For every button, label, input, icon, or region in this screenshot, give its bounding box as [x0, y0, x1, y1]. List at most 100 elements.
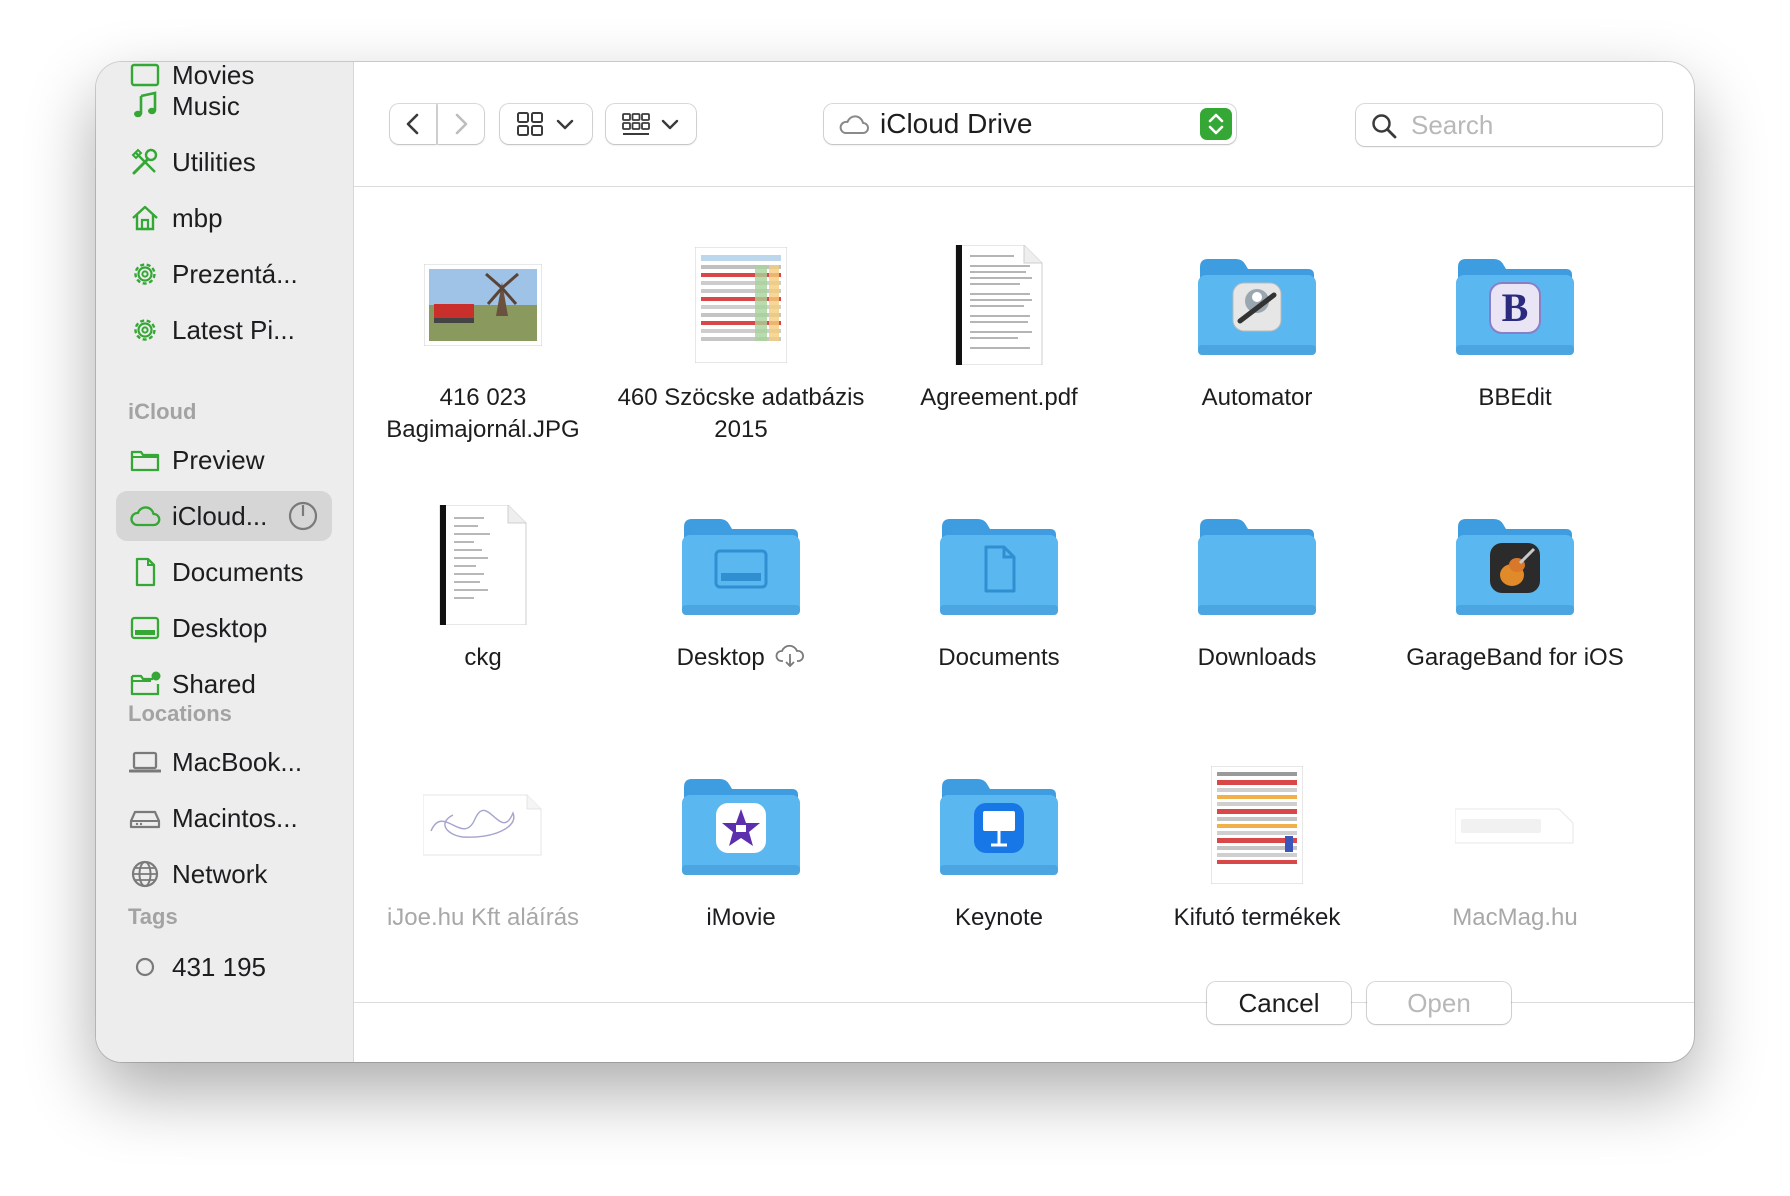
sidebar-item-documents[interactable]: Documents — [116, 547, 332, 597]
search-placeholder: Search — [1411, 110, 1494, 140]
sidebar-item-macintosh-hd[interactable]: Macintos... — [116, 793, 332, 843]
file-name: Agreement.pdf — [920, 384, 1078, 411]
file-item-photo[interactable]: 416 023 Bagimajornál.JPG — [354, 187, 612, 447]
folder-icon — [128, 443, 162, 477]
sidebar-item-label: Macintos... — [172, 802, 298, 833]
chevron-right-icon — [455, 113, 468, 135]
tools-icon — [128, 145, 162, 179]
sidebar-item-mbp[interactable]: mbp — [116, 193, 332, 243]
sidebar-item-label: Documents — [172, 556, 304, 587]
sidebar: Movies Music Utilities mbp Prezentá... L… — [96, 62, 354, 1062]
home-icon — [128, 201, 162, 235]
sidebar-heading-tags: Tags — [128, 904, 178, 929]
pdf-thumbnail-icon — [413, 495, 553, 635]
spreadsheet-thumbnail-icon — [1187, 755, 1327, 895]
sidebar-item-latest-pi[interactable]: Latest Pi... — [116, 305, 332, 355]
cloud-icon — [839, 115, 869, 134]
cancel-button[interactable]: Cancel — [1207, 982, 1351, 1024]
garageband-folder-icon — [1445, 495, 1585, 635]
globe-icon — [128, 857, 162, 891]
sidebar-item-desktop[interactable]: Desktop — [116, 603, 332, 653]
sidebar-heading-icloud: iCloud — [128, 399, 197, 424]
macmag-logo-thumbnail-icon — [1445, 755, 1585, 895]
group-grid-icon — [622, 113, 650, 135]
location-label: iCloud Drive — [880, 108, 1033, 139]
music-note-icon — [128, 89, 162, 123]
sidebar-item-tag-431195[interactable]: 431 195 — [116, 942, 332, 992]
sidebar-item-utilities[interactable]: Utilities — [116, 137, 332, 187]
sidebar-item-label: Network — [172, 858, 268, 889]
file-name: Documents — [938, 644, 1060, 671]
icon-view-grid-icon — [517, 112, 543, 136]
sidebar-item-label: Music — [172, 90, 240, 121]
file-item-kifuto[interactable]: Kifutó termékek — [1128, 707, 1386, 967]
file-item-ckg[interactable]: ckg — [354, 447, 612, 707]
bbedit-folder-icon: B — [1445, 235, 1585, 375]
sidebar-item-label: 431 195 — [172, 951, 266, 982]
group-by-button[interactable] — [606, 104, 696, 144]
file-name: iMovie — [706, 904, 776, 931]
sidebar-item-label: mbp — [172, 202, 223, 233]
sidebar-item-music[interactable]: Music — [116, 81, 332, 131]
main-pane: iCloud Drive Search 416 023 Bagimajornál… — [354, 62, 1694, 1062]
file-name-text: Desktop — [676, 644, 765, 671]
document-icon — [128, 555, 162, 589]
sidebar-item-icloud-drive[interactable]: iCloud... — [116, 491, 332, 541]
open-button[interactable]: Open — [1367, 982, 1511, 1024]
chevron-left-icon — [406, 113, 419, 135]
shared-folder-icon — [128, 667, 162, 701]
downloads-folder-icon — [1187, 495, 1327, 635]
folder-item-imovie[interactable]: iMovie — [612, 707, 870, 967]
tag-circle-icon — [128, 950, 162, 984]
file-item-pdf[interactable]: Agreement.pdf — [870, 187, 1128, 447]
gear-icon — [128, 257, 162, 291]
folder-item-documents[interactable]: Documents — [870, 447, 1128, 707]
cloud-icon — [128, 499, 162, 533]
popup-stepper[interactable] — [1200, 108, 1232, 140]
forward-button[interactable] — [438, 104, 484, 144]
folder-item-desktop[interactable]: Desktop — [612, 447, 870, 707]
file-item-macmag[interactable]: MacMag.hu — [1386, 707, 1644, 967]
back-button[interactable] — [390, 104, 436, 144]
file-item-signature[interactable]: iJoe.hu Kft aláírás — [354, 707, 612, 967]
keynote-folder-icon — [929, 755, 1069, 895]
sidebar-item-preview[interactable]: Preview — [116, 435, 332, 485]
file-item-spreadsheet[interactable]: 460 Szöcske adatbázis 2015 — [612, 187, 870, 447]
folder-item-downloads[interactable]: Downloads — [1128, 447, 1386, 707]
file-name: 460 Szöcske adatbázis 2015 — [617, 384, 865, 443]
sidebar-item-network[interactable]: Network — [116, 849, 332, 899]
sidebar-item-label: Utilities — [172, 146, 256, 177]
desktop-folder-icon — [671, 495, 811, 635]
desktop-icon — [128, 611, 162, 645]
file-name: 416 023 Bagimajornál.JPG — [386, 384, 580, 443]
search-icon — [1372, 114, 1397, 139]
search-field[interactable]: Search — [1356, 104, 1662, 146]
gear-icon — [128, 313, 162, 347]
automator-folder-icon — [1187, 235, 1327, 375]
svg-text:B: B — [1502, 285, 1529, 330]
sidebar-item-prezentacio[interactable]: Prezentá... — [116, 249, 332, 299]
sidebar-item-label: Desktop — [172, 612, 268, 643]
sidebar-item-label: iCloud... — [172, 500, 268, 531]
up-down-chevron-icon — [1208, 113, 1224, 135]
folder-item-garageband[interactable]: GarageBand for iOS — [1386, 447, 1644, 707]
folder-item-bbedit[interactable]: B BBEdit — [1386, 187, 1644, 447]
folder-item-automator[interactable]: Automator — [1128, 187, 1386, 447]
documents-folder-icon — [929, 495, 1069, 635]
folder-item-keynote[interactable]: Keynote — [870, 707, 1128, 967]
file-name: BBEdit — [1478, 384, 1552, 411]
view-mode-button[interactable] — [500, 104, 592, 144]
open-file-dialog: Movies Music Utilities mbp Prezentá... L… — [96, 62, 1694, 1062]
location-popup[interactable]: iCloud Drive — [824, 104, 1236, 144]
file-name: Keynote — [954, 904, 1044, 931]
spreadsheet-thumbnail-icon — [671, 235, 811, 375]
file-name: iJoe.hu Kft aláírás — [386, 904, 580, 931]
file-name: GarageBand for iOS — [1406, 644, 1624, 671]
laptop-icon — [128, 745, 162, 779]
toolbar: iCloud Drive Search — [354, 62, 1694, 187]
sidebar-item-macbook[interactable]: MacBook... — [116, 737, 332, 787]
signature-thumbnail-icon — [413, 755, 553, 895]
imovie-folder-icon — [671, 755, 811, 895]
cloud-download-icon — [775, 644, 805, 668]
chevron-down-icon — [661, 119, 679, 130]
